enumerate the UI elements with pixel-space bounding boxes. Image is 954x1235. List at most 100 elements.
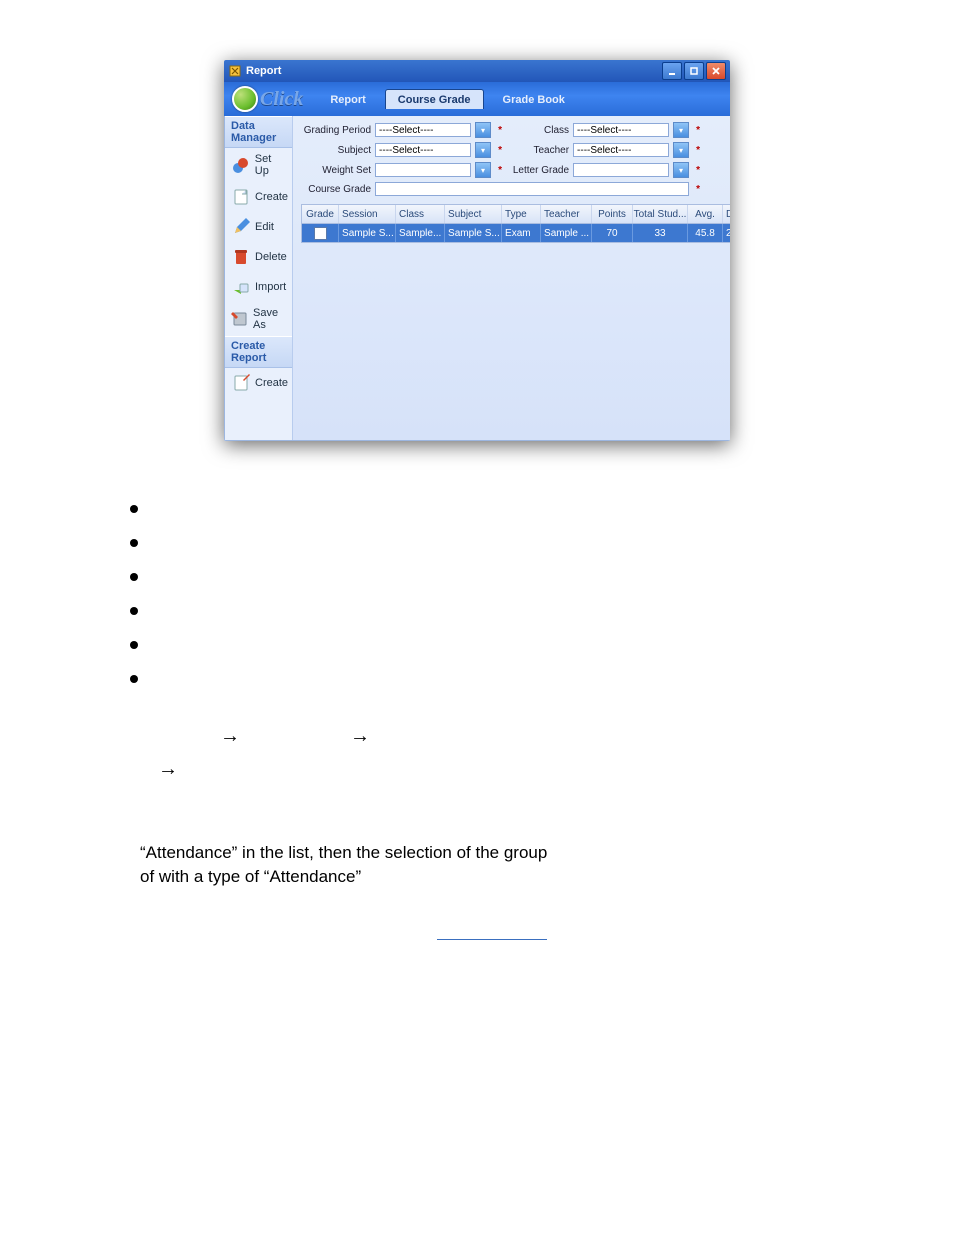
col-class[interactable]: Class <box>396 205 445 223</box>
sidebar-item-create-report[interactable]: Create <box>225 368 292 398</box>
main-panel: Grading Period ▾ * Class ▾ * Subject ▾ *… <box>293 116 730 440</box>
create-report-icon <box>231 373 251 393</box>
label-course-grade: Course Grade <box>301 184 371 195</box>
app-icon <box>228 64 242 78</box>
sidebar-item-setup[interactable]: Set Up <box>225 148 292 182</box>
required-marker: * <box>495 125 505 136</box>
report-window: Report Click Report Course Gr <box>224 60 730 441</box>
filter-panel: Grading Period ▾ * Class ▾ * Subject ▾ *… <box>301 122 730 196</box>
sidebar-group-data-manager: Data Manager <box>225 116 292 148</box>
required-marker: * <box>693 125 703 136</box>
required-marker: * <box>693 145 703 156</box>
col-grade[interactable]: Grade <box>302 205 339 223</box>
label-letter-grade: Letter Grade <box>509 165 569 176</box>
cell-total: 33 <box>633 224 688 242</box>
save-as-icon <box>231 309 249 329</box>
cell-subject: Sample S... <box>445 224 502 242</box>
sidebar-item-label: Create <box>255 377 288 389</box>
logo-text: Click <box>260 88 303 111</box>
checkbox-icon <box>314 227 327 240</box>
sidebar-item-edit[interactable]: Edit <box>225 212 292 242</box>
sidebar-item-save-as[interactable]: Save As <box>225 302 292 336</box>
required-marker: * <box>495 145 505 156</box>
sidebar: Data Manager Set Up Create <box>225 116 293 440</box>
window-title: Report <box>246 65 662 77</box>
col-type[interactable]: Type <box>502 205 541 223</box>
maximize-button[interactable] <box>684 62 704 80</box>
sidebar-item-delete[interactable]: Delete <box>225 242 292 272</box>
label-weight-set: Weight Set <box>301 165 371 176</box>
input-class[interactable] <box>573 123 669 137</box>
arrow-row-1: → → <box>220 725 854 748</box>
dropdown-weight-set[interactable]: ▾ <box>475 162 491 178</box>
required-marker: * <box>495 165 505 176</box>
q-icon <box>232 86 258 112</box>
cell-session: Sample S... <box>339 224 396 242</box>
table-row[interactable]: Sample S... Sample... Sample S... Exam S… <box>302 224 730 242</box>
dropdown-teacher[interactable]: ▾ <box>673 142 689 158</box>
dropdown-grading-period[interactable]: ▾ <box>475 122 491 138</box>
label-subject: Subject <box>301 145 371 156</box>
document-body: . . . . . . → → → “Attendance” in the li… <box>130 491 854 940</box>
import-icon <box>231 277 251 297</box>
cell-points: 70 <box>592 224 633 242</box>
input-teacher[interactable] <box>573 143 669 157</box>
input-weight-set[interactable] <box>375 163 471 177</box>
footer-rule <box>437 939 547 940</box>
arrow-icon: → <box>158 758 178 781</box>
input-grading-period[interactable] <box>375 123 471 137</box>
input-course-grade[interactable] <box>375 182 689 196</box>
col-subject[interactable]: Subject <box>445 205 502 223</box>
table-header: Grade Session Class Subject Type Teacher… <box>302 205 730 224</box>
label-class: Class <box>509 125 569 136</box>
tab-grade-book[interactable]: Grade Book <box>490 89 578 109</box>
col-avg[interactable]: Avg. <box>688 205 723 223</box>
col-total[interactable]: Total Stud... <box>633 205 688 223</box>
sidebar-item-label: Edit <box>255 221 274 233</box>
col-teacher[interactable]: Teacher <box>541 205 592 223</box>
sidebar-item-create[interactable]: Create <box>225 182 292 212</box>
col-points[interactable]: Points <box>592 205 633 223</box>
cell-type: Exam <box>502 224 541 242</box>
required-marker: * <box>693 184 703 195</box>
tab-course-grade[interactable]: Course Grade <box>385 89 484 109</box>
sidebar-item-label: Save As <box>253 307 288 331</box>
arrow-row-2: → <box>158 758 854 781</box>
sidebar-group-create-report: Create Report <box>225 336 292 368</box>
input-subject[interactable] <box>375 143 471 157</box>
tab-report[interactable]: Report <box>317 89 378 109</box>
sidebar-item-import[interactable]: Import <box>225 272 292 302</box>
main-tabs: Report Course Grade Grade Book <box>317 89 578 109</box>
cell-class: Sample... <box>396 224 445 242</box>
dropdown-subject[interactable]: ▾ <box>475 142 491 158</box>
label-teacher: Teacher <box>509 145 569 156</box>
banner: Click Report Course Grade Grade Book <box>224 82 730 116</box>
required-marker: * <box>693 165 703 176</box>
titlebar: Report <box>224 60 730 82</box>
cell-teacher: Sample ... <box>541 224 592 242</box>
cell-grade-checkbox[interactable] <box>302 224 339 242</box>
arrow-icon: → <box>350 725 370 748</box>
sidebar-item-label: Delete <box>255 251 287 263</box>
col-session[interactable]: Session <box>339 205 396 223</box>
content-area: Data Manager Set Up Create <box>224 116 730 441</box>
sidebar-item-label: Set Up <box>255 153 288 177</box>
app-logo: Click <box>232 86 303 112</box>
arrow-icon: → <box>220 725 240 748</box>
edit-icon <box>231 217 251 237</box>
label-grading-period: Grading Period <box>301 125 371 136</box>
dropdown-class[interactable]: ▾ <box>673 122 689 138</box>
close-button[interactable] <box>706 62 726 80</box>
create-icon <box>231 187 251 207</box>
results-table: Grade Session Class Subject Type Teacher… <box>301 204 730 243</box>
bullet-list: . . . . . . <box>130 491 854 695</box>
body-paragraph: “Attendance” in the list, then the selec… <box>140 841 554 889</box>
cell-date: 2009-9-... <box>723 224 730 242</box>
minimize-button[interactable] <box>662 62 682 80</box>
dropdown-letter-grade[interactable]: ▾ <box>673 162 689 178</box>
delete-icon <box>231 247 251 267</box>
setup-icon <box>231 155 251 175</box>
input-letter-grade[interactable] <box>573 163 669 177</box>
cell-avg: 45.8 <box>688 224 723 242</box>
col-date[interactable]: Date <box>723 205 730 223</box>
